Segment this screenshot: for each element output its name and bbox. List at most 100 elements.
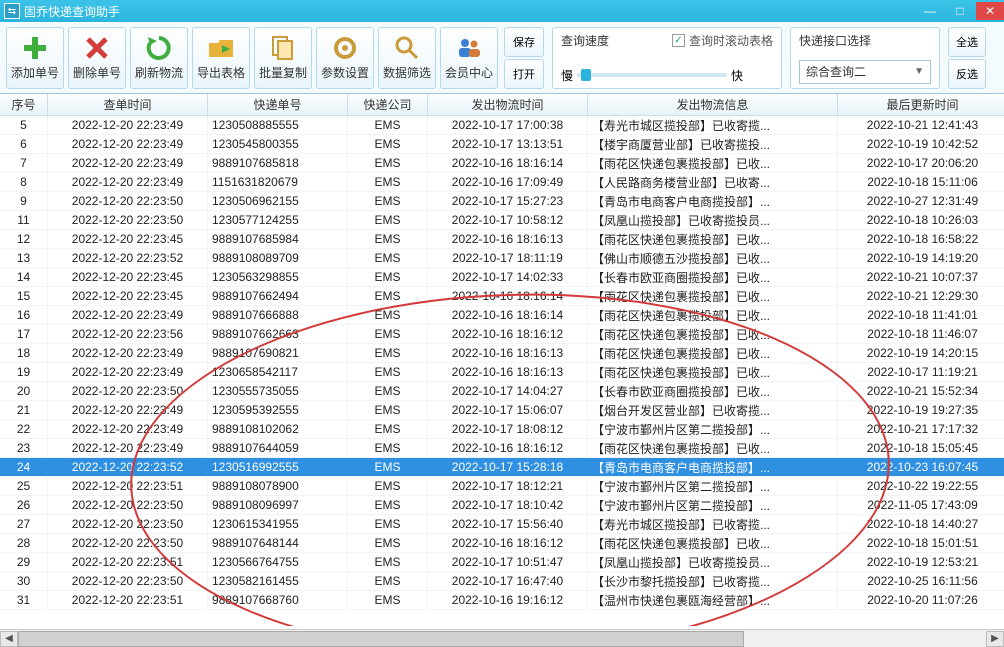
table-row[interactable]: 232022-12-20 22:23:499889107644059EMS202… xyxy=(0,439,1004,458)
scroll-left-icon[interactable]: ◀ xyxy=(0,631,18,647)
table-cell: 【人民路商务楼营业部】已收寄... xyxy=(588,173,838,191)
table-cell: 1230566764755 xyxy=(208,553,348,571)
table-cell: 2022-10-21 12:41:43 xyxy=(838,116,1004,134)
col-trackno[interactable]: 快递单号 xyxy=(208,94,348,115)
table-row[interactable]: 302022-12-20 22:23:501230582161455EMS202… xyxy=(0,572,1004,591)
settings-button[interactable]: 参数设置 xyxy=(316,27,374,89)
table-cell: 2022-10-27 12:31:49 xyxy=(838,192,1004,210)
table-row[interactable]: 222022-12-20 22:23:499889108102062EMS202… xyxy=(0,420,1004,439)
refresh-button[interactable]: 刷新物流 xyxy=(130,27,188,89)
combo-value: 综合查询二 xyxy=(806,63,866,80)
table-cell: 2022-12-20 22:23:56 xyxy=(48,325,208,343)
table-cell: 2022-10-19 14:19:20 xyxy=(838,249,1004,267)
app-icon: ⇆ xyxy=(4,3,20,19)
table-row[interactable]: 52022-12-20 22:23:491230508885555EMS2022… xyxy=(0,116,1004,135)
table-row[interactable]: 142022-12-20 22:23:451230563298855EMS202… xyxy=(0,268,1004,287)
select-all-button[interactable]: 全选 xyxy=(948,27,986,57)
table-cell: 2022-10-17 18:11:19 xyxy=(428,249,588,267)
table-row[interactable]: 82022-12-20 22:23:491151631820679EMS2022… xyxy=(0,173,1004,192)
table-cell: 【雨花区快递包裹揽投部】已收... xyxy=(588,325,838,343)
table-row[interactable]: 292022-12-20 22:23:511230566764755EMS202… xyxy=(0,553,1004,572)
member-button[interactable]: 会员中心 xyxy=(440,27,498,89)
table-cell: 【凤凰山揽投部】已收寄揽投员... xyxy=(588,211,838,229)
table-cell: 2022-10-17 13:13:51 xyxy=(428,135,588,153)
table-row[interactable]: 252022-12-20 22:23:519889108078900EMS202… xyxy=(0,477,1004,496)
table-cell: 1230577124255 xyxy=(208,211,348,229)
table-row[interactable]: 72022-12-20 22:23:499889107685818EMS2022… xyxy=(0,154,1004,173)
invert-select-button[interactable]: 反选 xyxy=(948,59,986,89)
speed-group: 查询速度 ✓ 查询时滚动表格 慢 快 xyxy=(552,27,782,89)
col-querytime[interactable]: 查单时间 xyxy=(48,94,208,115)
batch-label: 批量复制 xyxy=(259,64,307,81)
table-cell: 2022-10-17 16:47:40 xyxy=(428,572,588,590)
filter-button[interactable]: 数据筛选 xyxy=(378,27,436,89)
delete-button[interactable]: 删除单号 xyxy=(68,27,126,89)
col-outtime[interactable]: 发出物流时间 xyxy=(428,94,588,115)
table-row[interactable]: 282022-12-20 22:23:509889107648144EMS202… xyxy=(0,534,1004,553)
table-cell: 13 xyxy=(0,249,48,267)
table-cell: 9889107685984 xyxy=(208,230,348,248)
col-company[interactable]: 快递公司 xyxy=(348,94,428,115)
table-row[interactable]: 172022-12-20 22:23:569889107662663EMS202… xyxy=(0,325,1004,344)
horizontal-scrollbar[interactable]: ◀ ▶ xyxy=(0,629,1004,647)
table-cell: 1230506962155 xyxy=(208,192,348,210)
table-row[interactable]: 112022-12-20 22:23:501230577124255EMS202… xyxy=(0,211,1004,230)
col-outinfo[interactable]: 发出物流信息 xyxy=(588,94,838,115)
col-lasttime[interactable]: 最后更新时间 xyxy=(838,94,1004,115)
table-row[interactable]: 262022-12-20 22:23:509889108096997EMS202… xyxy=(0,496,1004,515)
table-row[interactable]: 122022-12-20 22:23:459889107685984EMS202… xyxy=(0,230,1004,249)
table-cell: 2022-10-17 18:08:12 xyxy=(428,420,588,438)
table-cell: EMS xyxy=(348,211,428,229)
table-cell: 2022-10-16 18:16:12 xyxy=(428,439,588,457)
open-button[interactable]: 打开 xyxy=(504,59,544,89)
scroll-right-icon[interactable]: ▶ xyxy=(986,631,1004,647)
table-row[interactable]: 312022-12-20 22:23:519889107668760EMS202… xyxy=(0,591,1004,610)
interface-combo[interactable]: 综合查询二 ▼ xyxy=(799,60,931,84)
minimize-button[interactable]: — xyxy=(916,2,944,20)
table-cell: 2022-10-19 19:27:35 xyxy=(838,401,1004,419)
table-cell: 28 xyxy=(0,534,48,552)
table-cell: EMS xyxy=(348,420,428,438)
table-cell: 2022-10-18 15:01:51 xyxy=(838,534,1004,552)
table-row[interactable]: 272022-12-20 22:23:501230615341955EMS202… xyxy=(0,515,1004,534)
table-row[interactable]: 162022-12-20 22:23:499889107666888EMS202… xyxy=(0,306,1004,325)
table-cell: 【雨花区快递包裹揽投部】已收... xyxy=(588,287,838,305)
table-cell: 26 xyxy=(0,496,48,514)
table-cell: 【长春市欧亚商圈揽投部】已收... xyxy=(588,268,838,286)
table-row[interactable]: 152022-12-20 22:23:459889107662494EMS202… xyxy=(0,287,1004,306)
table-cell: 2022-10-18 14:40:27 xyxy=(838,515,1004,533)
table: 序号 查单时间 快递单号 快递公司 发出物流时间 发出物流信息 最后更新时间 最… xyxy=(0,94,1004,626)
table-row[interactable]: 202022-12-20 22:23:501230555735055EMS202… xyxy=(0,382,1004,401)
save-button[interactable]: 保存 xyxy=(504,27,544,57)
table-cell: 2022-10-21 10:07:37 xyxy=(838,268,1004,286)
table-row[interactable]: 62022-12-20 22:23:491230545800355EMS2022… xyxy=(0,135,1004,154)
table-row[interactable]: 242022-12-20 22:23:521230516992555EMS202… xyxy=(0,458,1004,477)
table-body[interactable]: 52022-12-20 22:23:491230508885555EMS2022… xyxy=(0,116,1004,626)
table-cell: 2022-12-20 22:23:49 xyxy=(48,439,208,457)
batch-copy-button[interactable]: 批量复制 xyxy=(254,27,312,89)
col-seq[interactable]: 序号 xyxy=(0,94,48,115)
speed-slider[interactable] xyxy=(577,73,727,77)
table-cell: 6 xyxy=(0,135,48,153)
table-row[interactable]: 182022-12-20 22:23:499889107690821EMS202… xyxy=(0,344,1004,363)
scroll-label: 查询时滚动表格 xyxy=(689,32,773,49)
scroll-checkbox[interactable]: ✓ xyxy=(672,34,685,47)
table-cell: 2022-12-20 22:23:45 xyxy=(48,230,208,248)
export-label: 导出表格 xyxy=(197,64,245,81)
table-row[interactable]: 92022-12-20 22:23:501230506962155EMS2022… xyxy=(0,192,1004,211)
table-cell: EMS xyxy=(348,325,428,343)
export-button[interactable]: 导出表格 xyxy=(192,27,250,89)
add-button[interactable]: 添加单号 xyxy=(6,27,64,89)
table-cell: 9889107648144 xyxy=(208,534,348,552)
table-row[interactable]: 132022-12-20 22:23:529889108089709EMS202… xyxy=(0,249,1004,268)
table-row[interactable]: 212022-12-20 22:23:491230595392555EMS202… xyxy=(0,401,1004,420)
table-cell: 9 xyxy=(0,192,48,210)
table-cell: 2022-10-17 15:28:18 xyxy=(428,458,588,476)
close-button[interactable]: ✕ xyxy=(976,2,1004,20)
maximize-button[interactable]: □ xyxy=(946,2,974,20)
table-row[interactable]: 192022-12-20 22:23:491230658542117EMS202… xyxy=(0,363,1004,382)
table-cell: 1230508885555 xyxy=(208,116,348,134)
table-cell: 1230545800355 xyxy=(208,135,348,153)
table-cell: 【烟台开发区营业部】已收寄揽... xyxy=(588,401,838,419)
slow-label: 慢 xyxy=(561,67,573,84)
